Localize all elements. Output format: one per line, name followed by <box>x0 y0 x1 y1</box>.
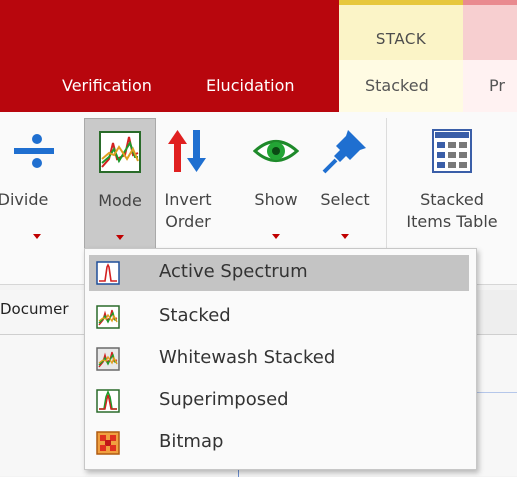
bitmap-icon <box>96 431 120 455</box>
invert-label: Invert <box>164 190 212 209</box>
superimposed-icon <box>96 389 120 413</box>
menu-item-whitewash-stacked[interactable]: Whitewash Stacked <box>85 341 476 377</box>
menu-item-label: Bitmap <box>159 431 224 452</box>
pushpin-icon <box>322 130 366 174</box>
menu-item-stacked[interactable]: Stacked <box>85 299 476 335</box>
items-table-icon <box>432 129 472 173</box>
menu-item-active-spectrum[interactable]: Active Spectrum <box>89 255 469 291</box>
select-label: Select <box>320 190 370 209</box>
tab-stacked[interactable]: Stacked <box>365 76 429 95</box>
eye-icon <box>253 140 299 162</box>
chevron-down-icon <box>116 235 124 240</box>
tab-verification[interactable]: Verification <box>62 76 152 95</box>
menu-item-bitmap[interactable]: Bitmap <box>85 425 476 461</box>
context-tab-label: STACK <box>375 30 427 48</box>
items-table-label: Items Table <box>406 212 498 231</box>
mode-label: Mode <box>98 191 142 210</box>
mode-dropdown-menu: Active Spectrum Stacked Whitewash Stacke… <box>84 248 477 470</box>
divide-label: Divide <box>0 190 49 209</box>
active-spectrum-icon <box>96 261 120 285</box>
divide-button[interactable]: Divide <box>0 118 74 278</box>
order-label: Order <box>165 212 211 231</box>
context-tab-group-secondary <box>463 0 517 60</box>
menu-item-label: Superimposed <box>159 389 289 410</box>
stacked-mode-icon <box>99 131 141 173</box>
stacked-icon <box>96 305 120 329</box>
menu-item-superimposed[interactable]: Superimposed <box>85 383 476 419</box>
chevron-down-icon <box>33 234 41 239</box>
whitewash-stacked-icon <box>96 347 120 371</box>
divide-icon <box>14 134 54 168</box>
menu-item-label: Active Spectrum <box>159 261 308 282</box>
stacked-label: Stacked <box>420 190 484 209</box>
document-tab-label: Documer <box>0 300 69 318</box>
show-label: Show <box>254 190 298 209</box>
menu-item-label: Stacked <box>159 305 231 326</box>
mode-button[interactable]: Mode <box>84 118 156 250</box>
invert-order-icon <box>168 130 206 172</box>
menu-item-label: Whitewash Stacked <box>159 347 336 368</box>
chevron-down-icon <box>341 234 349 239</box>
chevron-down-icon <box>272 234 280 239</box>
tab-elucidation[interactable]: Elucidation <box>206 76 295 95</box>
tab-pr[interactable]: Pr <box>489 76 505 95</box>
